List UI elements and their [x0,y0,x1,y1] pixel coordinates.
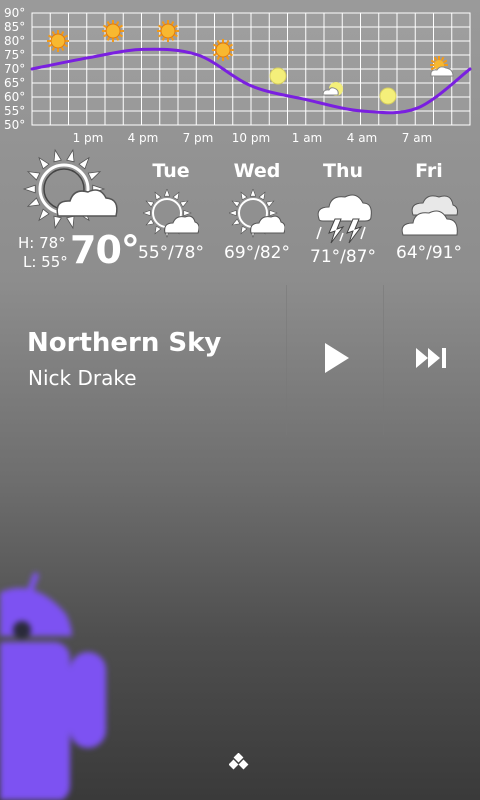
y-tick-label: 65° [4,76,25,90]
sun-ray [249,189,257,197]
forecast-day-name: Fri [415,160,443,182]
forecast-day-tue: Tue 55°/78° [129,160,213,263]
sun-ray [240,191,248,201]
partly-sunny-icon [22,148,118,230]
sun-ray [143,209,151,217]
sun-ray [231,200,241,208]
y-tick-label: 80° [4,34,25,48]
divider [286,285,287,435]
sun-ray [258,191,266,201]
forecast-temps: 69°/82° [224,243,290,263]
sun-ray [172,191,180,201]
next-track-button[interactable] [402,328,462,388]
sun-ray [231,218,241,226]
y-tick-label: 85° [4,20,25,34]
forecast-day-name: Tue [152,160,190,182]
x-tick-label: 1 pm [73,131,104,145]
sun-ray [38,208,50,222]
y-tick-label: 75° [4,48,25,62]
sun-ray [87,171,102,181]
sun-ray [145,218,155,226]
sun-ray [154,225,162,235]
sun-ray [269,209,278,217]
track-artist[interactable]: Nick Drake [28,366,137,390]
forecast-day-wed: Wed 69°/82° [215,160,299,263]
sun-ray [78,156,90,170]
moon-icon [379,87,397,105]
sun-ray [38,156,50,170]
skip-forward-icon [416,348,446,368]
forecast-temps: 55°/78° [138,243,204,263]
x-tick-label: 4 pm [128,131,159,145]
y-tick-label: 50° [4,118,25,132]
sun-ray [229,209,237,217]
sun-ray [66,148,75,163]
sun-ray [66,215,75,230]
app-drawer-icon[interactable] [229,753,251,771]
x-tick-label: 1 am [292,131,323,145]
high-temperature: H: 78° [18,234,66,252]
sun-ray [22,184,36,194]
x-tick-label: 7 am [402,131,433,145]
x-tick-label: 7 pm [183,131,214,145]
partly-sunny-icon [229,189,285,238]
temperature-chart: 90°85°80°75°70°65°60°55°50° 1 pm 4 pm 7 pm… [4,6,472,145]
forecast-day-name: Thu [322,160,363,182]
x-tick-label: 4 am [347,131,378,145]
track-title[interactable]: Northern Sky [27,328,221,358]
low-temperature: L: 55° [23,253,68,271]
sun-ray [265,200,275,208]
cloudy-icon [401,195,458,236]
partly-sunny-icon [143,189,199,238]
y-tick-label: 70° [4,62,25,76]
moon-icon [269,67,287,85]
forecast-temps: 71°/87° [310,247,376,267]
sun-ray [53,148,62,163]
sun-ray [26,171,41,181]
thunderstorm-icon [316,194,372,244]
divider [383,285,384,435]
sun-ray [179,200,189,208]
sun-ray [145,200,155,208]
play-icon [325,343,349,373]
y-tick-label: 60° [4,90,25,104]
sun-ray [183,209,192,217]
play-button[interactable] [307,328,367,388]
forecast-day-thu: Thu 71°/87° [301,160,385,267]
android-mascot-image [0,572,106,800]
sun-ray [240,225,248,235]
forecast-day-fri: Fri 64°/91° [387,160,471,263]
sun-ray [154,191,162,201]
sun-ray [26,197,41,207]
forecast-temps: 64°/91° [396,243,462,263]
x-tick-label: 10 pm [232,131,270,145]
sun-ray [163,189,171,197]
sun-ray [53,215,62,230]
forecast-day-name: Wed [233,160,281,182]
y-tick-label: 90° [4,6,25,20]
y-tick-label: 55° [4,104,25,118]
